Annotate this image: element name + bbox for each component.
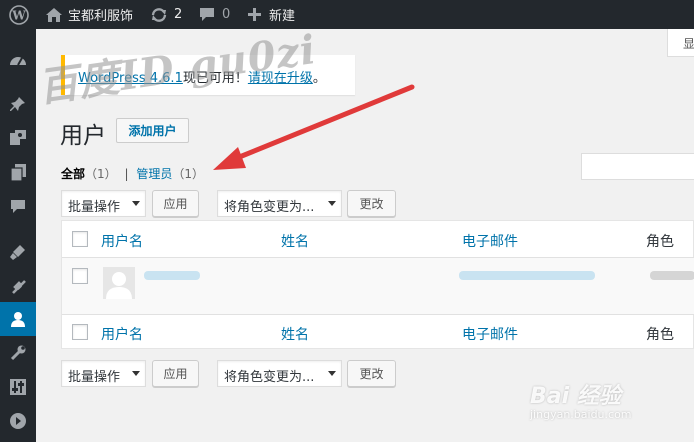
select-all-checkbox-top[interactable] — [72, 231, 88, 247]
menu-collapse-icon[interactable] — [0, 404, 36, 438]
updates-count: 2 — [174, 7, 183, 22]
change-role-value: 将角色变更为... — [224, 200, 315, 215]
filter-separator: | — [124, 167, 129, 181]
chevron-down-icon — [328, 371, 336, 376]
footer-divider — [62, 314, 694, 315]
column-username-footer[interactable]: 用户名 — [101, 324, 143, 344]
screen-options-label: 显 — [683, 37, 694, 51]
menu-pages-icon[interactable] — [0, 155, 36, 189]
chevron-down-icon — [132, 371, 140, 376]
bulk-action-select-top[interactable]: 批量操作 — [61, 190, 146, 217]
column-email-footer[interactable]: 电子邮件 — [462, 324, 518, 344]
comment-icon — [199, 7, 215, 22]
updates-menu[interactable]: 2 — [150, 0, 182, 29]
admin-bar: W 宝都利服饰 2 0 新建 — [0, 0, 694, 29]
filter-all-count: （1） — [85, 167, 117, 181]
home-icon — [46, 7, 62, 22]
chevron-down-icon — [328, 201, 336, 206]
change-button-bottom[interactable]: 更改 — [347, 360, 396, 387]
apply-button-top[interactable]: 应用 — [152, 190, 199, 217]
comments-count: 0 — [222, 7, 231, 22]
bulk-action-select-bottom[interactable]: 批量操作 — [61, 360, 146, 387]
change-button-top[interactable]: 更改 — [347, 190, 396, 217]
users-table: 用户名 姓名 电子邮件 角色 用户名 姓名 电子邮件 角色 — [61, 220, 694, 349]
svg-text:W: W — [11, 8, 26, 22]
add-user-button[interactable]: 添加用户 — [116, 118, 189, 143]
plus-icon — [248, 8, 261, 21]
wordpress-logo-icon[interactable]: W — [9, 0, 29, 29]
baidu-watermark: Bai 经验 jingyan.baidu.com — [530, 378, 632, 421]
username-redacted[interactable] — [144, 271, 200, 280]
change-role-value: 将角色变更为... — [224, 370, 315, 385]
column-role-header: 角色 — [646, 234, 674, 250]
change-role-select-bottom[interactable]: 将角色变更为... — [217, 360, 342, 387]
menu-posts-icon[interactable] — [0, 87, 36, 121]
row-checkbox[interactable] — [72, 268, 88, 284]
table-row — [62, 258, 694, 314]
author-watermark: 百度ID gu0zi — [35, 25, 320, 112]
filter-all-link[interactable]: 全部 — [61, 167, 85, 181]
email-redacted[interactable] — [459, 271, 595, 280]
bulk-action-value: 批量操作 — [68, 200, 121, 215]
menu-users-icon[interactable] — [0, 302, 36, 336]
column-username-header[interactable]: 用户名 — [101, 231, 143, 251]
page-title: 用户 — [60, 123, 106, 149]
baidu-logo-text: Bai 经验 — [530, 384, 621, 409]
baidu-url: jingyan.baidu.com — [530, 408, 632, 421]
menu-dashboard-icon[interactable] — [0, 42, 36, 76]
filter-admin-count: （1） — [172, 167, 205, 181]
updates-icon — [150, 7, 168, 23]
menu-appearance-icon[interactable] — [0, 235, 36, 269]
role-redacted — [650, 271, 694, 280]
search-users-input[interactable] — [581, 153, 694, 180]
column-email-header[interactable]: 电子邮件 — [462, 231, 518, 251]
filter-admin-link[interactable]: 管理员 — [136, 167, 172, 181]
menu-tools-icon[interactable] — [0, 336, 36, 370]
bulk-action-value: 批量操作 — [68, 370, 121, 385]
menu-plugins-icon[interactable] — [0, 269, 36, 303]
menu-comments-icon[interactable] — [0, 189, 36, 223]
menu-media-icon[interactable] — [0, 121, 36, 155]
site-name-menu[interactable]: 宝都利服饰 — [46, 0, 133, 29]
admin-sidebar — [0, 29, 36, 442]
menu-settings-icon[interactable] — [0, 370, 36, 404]
comments-menu[interactable]: 0 — [199, 0, 230, 29]
role-filter-links: 全部（1） | 管理员（1） — [61, 165, 204, 182]
screen-options-button[interactable]: 显 — [667, 29, 694, 57]
select-all-checkbox-bottom[interactable] — [72, 324, 88, 340]
column-name-footer[interactable]: 姓名 — [281, 324, 309, 344]
avatar — [103, 267, 135, 299]
chevron-down-icon — [132, 201, 140, 206]
column-role-footer: 角色 — [646, 327, 674, 343]
site-name: 宝都利服饰 — [68, 9, 134, 24]
column-name-header[interactable]: 姓名 — [281, 231, 309, 251]
change-role-select-top[interactable]: 将角色变更为... — [217, 190, 342, 217]
apply-button-bottom[interactable]: 应用 — [152, 360, 199, 387]
